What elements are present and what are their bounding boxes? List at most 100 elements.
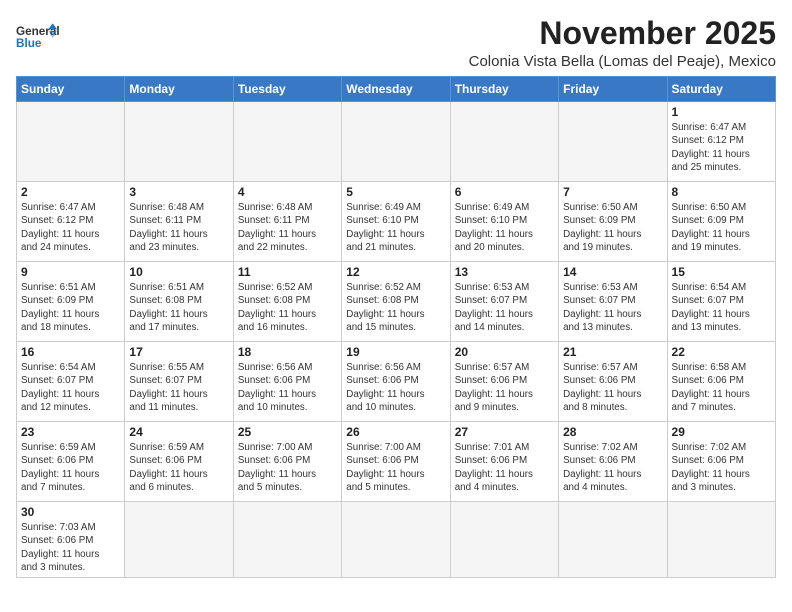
day-info: Sunrise: 6:47 AM Sunset: 6:12 PM Dayligh… bbox=[672, 121, 771, 174]
day-number: 29 bbox=[672, 425, 771, 439]
calendar-cell: 24 Sunrise: 6:59 AM Sunset: 6:06 PM Dayli… bbox=[125, 422, 233, 502]
calendar-cell: 11Sunrise: 6:52 AM Sunset: 6:08 PM Dayli… bbox=[233, 262, 341, 342]
header: General Blue November 2025 Colonia Vista… bbox=[16, 16, 776, 70]
day-number: 12 bbox=[346, 265, 445, 279]
calendar-cell: 27 Sunrise: 7:01 AM Sunset: 6:06 PM Dayli… bbox=[450, 422, 558, 502]
day-number: 26 bbox=[346, 425, 445, 439]
day-info: Sunrise: 7:00 AM Sunset: 6:06 PM Dayligh… bbox=[346, 441, 445, 494]
calendar-cell: 14 Sunrise: 6:53 AM Sunset: 6:07 PM Dayli… bbox=[559, 262, 667, 342]
calendar-cell: 12 Sunrise: 6:52 AM Sunset: 6:08 PM Dayli… bbox=[342, 262, 450, 342]
calendar-cell bbox=[450, 502, 558, 578]
weekday-header-saturday: Saturday bbox=[667, 77, 775, 102]
calendar-cell: 16 Sunrise: 6:54 AM Sunset: 6:07 PM Dayli… bbox=[17, 342, 125, 422]
day-info: Sunrise: 7:01 AM Sunset: 6:06 PM Dayligh… bbox=[455, 441, 554, 494]
calendar-week-row: 16 Sunrise: 6:54 AM Sunset: 6:07 PM Dayli… bbox=[17, 342, 776, 422]
calendar-cell bbox=[667, 502, 775, 578]
calendar-cell: 1Sunrise: 6:47 AM Sunset: 6:12 PM Daylig… bbox=[667, 102, 775, 182]
calendar-cell: 6 Sunrise: 6:49 AM Sunset: 6:10 PM Daylig… bbox=[450, 182, 558, 262]
calendar-cell: 10 Sunrise: 6:51 AM Sunset: 6:08 PM Dayli… bbox=[125, 262, 233, 342]
day-number: 6 bbox=[455, 185, 554, 199]
day-info: Sunrise: 6:57 AM Sunset: 6:06 PM Dayligh… bbox=[455, 361, 554, 414]
calendar-cell: 13 Sunrise: 6:53 AM Sunset: 6:07 PM Dayli… bbox=[450, 262, 558, 342]
calendar-cell: 4 Sunrise: 6:48 AM Sunset: 6:11 PM Daylig… bbox=[233, 182, 341, 262]
day-info: Sunrise: 6:50 AM Sunset: 6:09 PM Dayligh… bbox=[563, 201, 662, 254]
day-info: Sunrise: 6:53 AM Sunset: 6:07 PM Dayligh… bbox=[455, 281, 554, 334]
weekday-header-wednesday: Wednesday bbox=[342, 77, 450, 102]
day-number: 25 bbox=[238, 425, 337, 439]
subtitle: Colonia Vista Bella (Lomas del Peaje), M… bbox=[469, 53, 776, 70]
weekday-header-friday: Friday bbox=[559, 77, 667, 102]
day-info: Sunrise: 7:02 AM Sunset: 6:06 PM Dayligh… bbox=[672, 441, 771, 494]
calendar-cell: 30 Sunrise: 7:03 AM Sunset: 6:06 PM Dayli… bbox=[17, 502, 125, 578]
calendar-cell: 28Sunrise: 7:02 AM Sunset: 6:06 PM Dayli… bbox=[559, 422, 667, 502]
calendar-cell: 25 Sunrise: 7:00 AM Sunset: 6:06 PM Dayli… bbox=[233, 422, 341, 502]
calendar-cell bbox=[559, 502, 667, 578]
day-number: 13 bbox=[455, 265, 554, 279]
calendar-cell: 2Sunrise: 6:47 AM Sunset: 6:12 PM Daylig… bbox=[17, 182, 125, 262]
month-title: November 2025 bbox=[469, 16, 776, 51]
day-info: Sunrise: 6:51 AM Sunset: 6:09 PM Dayligh… bbox=[21, 281, 120, 334]
day-number: 16 bbox=[21, 345, 120, 359]
day-number: 14 bbox=[563, 265, 662, 279]
calendar-cell: 22 Sunrise: 6:58 AM Sunset: 6:06 PM Dayli… bbox=[667, 342, 775, 422]
calendar-cell bbox=[17, 102, 125, 182]
calendar-week-row: 9 Sunrise: 6:51 AM Sunset: 6:09 PM Daylig… bbox=[17, 262, 776, 342]
svg-text:Blue: Blue bbox=[16, 37, 42, 50]
day-number: 10 bbox=[129, 265, 228, 279]
calendar-cell bbox=[125, 502, 233, 578]
day-info: Sunrise: 6:52 AM Sunset: 6:08 PM Dayligh… bbox=[346, 281, 445, 334]
day-number: 17 bbox=[129, 345, 228, 359]
calendar-week-row: 1Sunrise: 6:47 AM Sunset: 6:12 PM Daylig… bbox=[17, 102, 776, 182]
logo: General Blue bbox=[16, 16, 60, 60]
calendar-cell bbox=[125, 102, 233, 182]
calendar-week-row: 23 Sunrise: 6:59 AM Sunset: 6:06 PM Dayli… bbox=[17, 422, 776, 502]
day-number: 4 bbox=[238, 185, 337, 199]
day-info: Sunrise: 6:49 AM Sunset: 6:10 PM Dayligh… bbox=[455, 201, 554, 254]
day-number: 30 bbox=[21, 505, 120, 519]
calendar-cell bbox=[233, 502, 341, 578]
calendar-cell bbox=[342, 502, 450, 578]
day-number: 3 bbox=[129, 185, 228, 199]
calendar-cell bbox=[233, 102, 341, 182]
title-area: November 2025 Colonia Vista Bella (Lomas… bbox=[469, 16, 776, 70]
weekday-header-sunday: Sunday bbox=[17, 77, 125, 102]
day-number: 5 bbox=[346, 185, 445, 199]
calendar-cell: 19 Sunrise: 6:56 AM Sunset: 6:06 PM Dayli… bbox=[342, 342, 450, 422]
day-info: Sunrise: 6:57 AM Sunset: 6:06 PM Dayligh… bbox=[563, 361, 662, 414]
day-info: Sunrise: 7:03 AM Sunset: 6:06 PM Dayligh… bbox=[21, 521, 120, 574]
calendar-cell bbox=[342, 102, 450, 182]
day-number: 24 bbox=[129, 425, 228, 439]
day-number: 22 bbox=[672, 345, 771, 359]
day-info: Sunrise: 6:50 AM Sunset: 6:09 PM Dayligh… bbox=[672, 201, 771, 254]
calendar-cell bbox=[450, 102, 558, 182]
day-info: Sunrise: 7:00 AM Sunset: 6:06 PM Dayligh… bbox=[238, 441, 337, 494]
day-number: 9 bbox=[21, 265, 120, 279]
day-info: Sunrise: 6:49 AM Sunset: 6:10 PM Dayligh… bbox=[346, 201, 445, 254]
day-number: 28 bbox=[563, 425, 662, 439]
day-info: Sunrise: 6:58 AM Sunset: 6:06 PM Dayligh… bbox=[672, 361, 771, 414]
day-info: Sunrise: 6:47 AM Sunset: 6:12 PM Dayligh… bbox=[21, 201, 120, 254]
day-number: 18 bbox=[238, 345, 337, 359]
day-info: Sunrise: 6:54 AM Sunset: 6:07 PM Dayligh… bbox=[21, 361, 120, 414]
day-info: Sunrise: 6:59 AM Sunset: 6:06 PM Dayligh… bbox=[129, 441, 228, 494]
day-number: 27 bbox=[455, 425, 554, 439]
day-info: Sunrise: 6:53 AM Sunset: 6:07 PM Dayligh… bbox=[563, 281, 662, 334]
day-info: Sunrise: 6:56 AM Sunset: 6:06 PM Dayligh… bbox=[346, 361, 445, 414]
day-number: 23 bbox=[21, 425, 120, 439]
calendar-cell: 23Sunrise: 6:59 AM Sunset: 6:06 PM Dayli… bbox=[17, 422, 125, 502]
calendar-cell: 8Sunrise: 6:50 AM Sunset: 6:09 PM Daylig… bbox=[667, 182, 775, 262]
generalblue-logo-icon: General Blue bbox=[16, 16, 60, 60]
day-info: Sunrise: 6:48 AM Sunset: 6:11 PM Dayligh… bbox=[238, 201, 337, 254]
day-number: 21 bbox=[563, 345, 662, 359]
calendar-cell: 5 Sunrise: 6:49 AM Sunset: 6:10 PM Daylig… bbox=[342, 182, 450, 262]
calendar-cell: 20Sunrise: 6:57 AM Sunset: 6:06 PM Dayli… bbox=[450, 342, 558, 422]
calendar-cell: 15Sunrise: 6:54 AM Sunset: 6:07 PM Dayli… bbox=[667, 262, 775, 342]
calendar-cell: 21 Sunrise: 6:57 AM Sunset: 6:06 PM Dayli… bbox=[559, 342, 667, 422]
calendar-table: SundayMondayTuesdayWednesdayThursdayFrid… bbox=[16, 76, 776, 578]
day-info: Sunrise: 6:55 AM Sunset: 6:07 PM Dayligh… bbox=[129, 361, 228, 414]
day-number: 19 bbox=[346, 345, 445, 359]
day-info: Sunrise: 6:51 AM Sunset: 6:08 PM Dayligh… bbox=[129, 281, 228, 334]
calendar-week-row: 30 Sunrise: 7:03 AM Sunset: 6:06 PM Dayli… bbox=[17, 502, 776, 578]
day-number: 7 bbox=[563, 185, 662, 199]
calendar-cell: 17 Sunrise: 6:55 AM Sunset: 6:07 PM Dayli… bbox=[125, 342, 233, 422]
